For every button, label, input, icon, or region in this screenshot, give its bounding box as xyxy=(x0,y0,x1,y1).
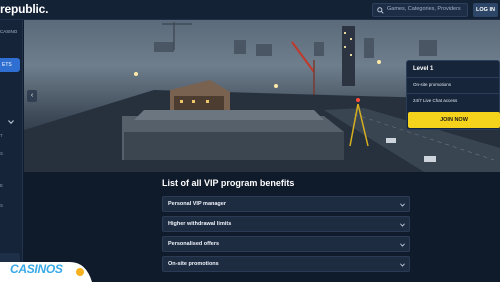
benefit-label: Personal VIP manager xyxy=(168,201,226,207)
sidebar: CASINO ETS T S E S xyxy=(0,20,23,282)
sidebar-item-label: ETS xyxy=(2,62,12,68)
sidebar-item[interactable]: S xyxy=(0,203,3,208)
sidebar-item[interactable]: T xyxy=(0,133,3,138)
benefit-accordion-item[interactable]: On-site promotions xyxy=(162,256,410,272)
watermark-text: CASINOS xyxy=(10,262,63,276)
search-input[interactable]: Games, Categories, Providers xyxy=(372,3,468,17)
benefits-section-title: List of all VIP program benefits xyxy=(162,178,295,188)
hero-prev-button[interactable]: ‹ xyxy=(27,90,37,102)
chevron-down-icon xyxy=(400,223,405,227)
level-benefit-item: On-site promotions xyxy=(413,82,452,87)
divider xyxy=(407,93,500,94)
chevron-down-icon xyxy=(400,203,405,207)
chevron-down-icon xyxy=(400,243,405,247)
sidebar-item-casino[interactable]: CASINO xyxy=(0,29,17,34)
login-button[interactable]: LOG IN xyxy=(473,3,498,17)
search-icon xyxy=(377,7,384,14)
benefit-accordion-item[interactable]: Personal VIP manager xyxy=(162,196,410,212)
level-benefit-item: 24/7 Live Chat access xyxy=(413,98,458,103)
brand-logo[interactable]: republic. xyxy=(0,2,48,16)
search-placeholder: Games, Categories, Providers xyxy=(387,6,461,12)
benefit-accordion-item[interactable]: Personalised offers xyxy=(162,236,410,252)
chevron-down-icon xyxy=(400,263,405,267)
level-title: Level 1 xyxy=(413,66,434,72)
sidebar-item[interactable]: E xyxy=(0,183,3,188)
benefit-label: On-site promotions xyxy=(168,261,219,267)
sidebar-item[interactable]: S xyxy=(0,151,3,156)
benefit-label: Personalised offers xyxy=(168,241,220,247)
divider xyxy=(407,77,500,78)
join-now-button[interactable]: JOIN NOW xyxy=(408,112,500,128)
benefit-label: Higher withdrawal limits xyxy=(168,221,232,227)
chevron-down-icon[interactable] xyxy=(8,120,14,124)
top-bar: republic. Games, Categories, Providers L… xyxy=(0,0,500,20)
sidebar-item-active[interactable]: ETS xyxy=(0,58,20,72)
benefit-accordion-item[interactable]: Higher withdrawal limits xyxy=(162,216,410,232)
